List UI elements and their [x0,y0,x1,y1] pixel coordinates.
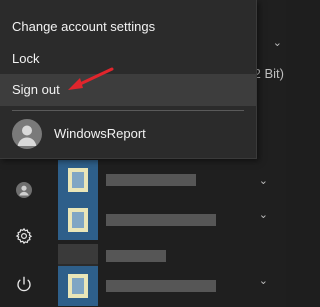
account-name: WindowsReport [54,126,146,141]
blurred-app-name [106,214,216,226]
settings-gear-icon [15,227,33,245]
rail-power-button[interactable] [0,264,48,304]
chevron-down-icon[interactable]: ⌄ [259,274,268,287]
chevron-down-icon[interactable]: ⌄ [259,208,268,221]
chevron-down-icon[interactable]: ⌄ [273,36,282,49]
app-list-item[interactable]: ⌄ [58,266,268,306]
account-context-menu: Change account settings Lock Sign out Wi… [0,0,257,159]
menu-item-account[interactable]: WindowsReport [0,116,256,152]
account-avatar [12,119,42,149]
blurred-app-name [106,174,196,186]
chevron-down-icon[interactable]: ⌄ [259,174,268,187]
menu-item-lock[interactable]: Lock [0,43,256,75]
start-left-rail [0,160,48,307]
blurred-app-name [106,280,216,292]
user-icon [16,182,32,198]
red-arrow-annotation-icon [68,67,114,90]
app-list-item[interactable]: ⌄ [58,200,268,240]
user-icon [17,125,37,146]
menu-item-change-account-settings[interactable]: Change account settings [0,11,256,43]
app-tile-icon [58,200,98,240]
power-icon [17,276,31,292]
blurred-app-name [106,250,166,262]
app-list-item[interactable]: ⌄ [58,160,268,200]
menu-item-sign-out[interactable]: Sign out [0,74,256,106]
menu-divider [12,110,244,111]
app-tile-icon [58,160,98,200]
rail-user-button[interactable] [0,170,48,210]
app-tile-icon [58,266,98,306]
rail-settings-button[interactable] [0,216,48,256]
